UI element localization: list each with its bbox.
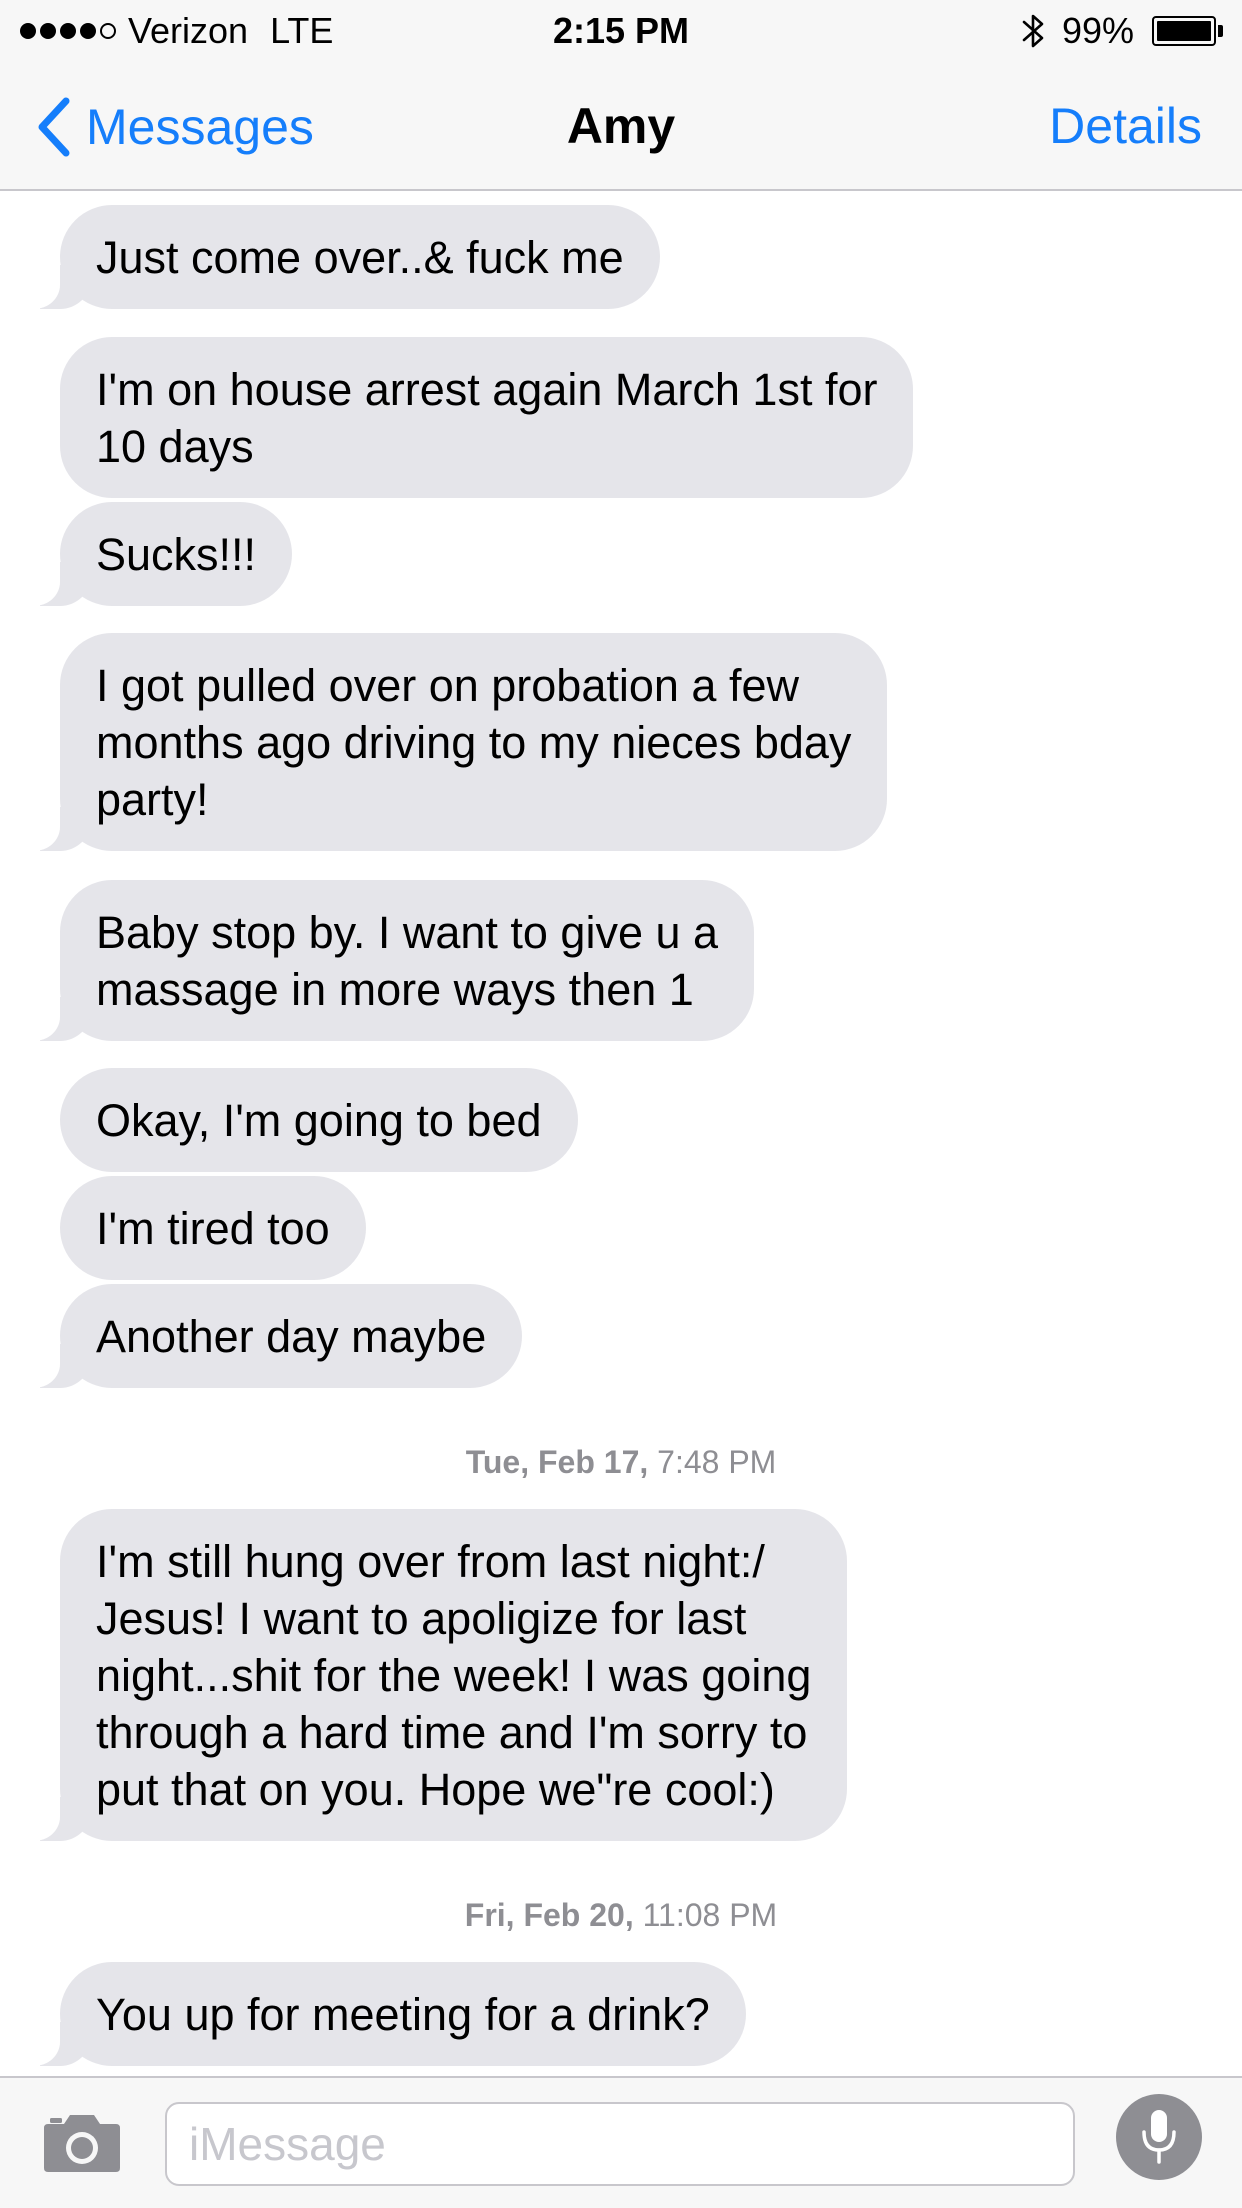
battery-fill: [1157, 21, 1211, 41]
incoming-message-bubble[interactable]: I'm on house arrest again March 1st for …: [60, 337, 914, 498]
incoming-message-bubble[interactable]: I'm still hung over from last night:/ Je…: [23, 1509, 848, 1841]
message-text: Okay, I'm going to bed: [96, 1095, 542, 1146]
message-text: Just come over..& fuck me: [96, 232, 624, 283]
microphone-button[interactable]: [1116, 2094, 1202, 2180]
status-time: 2:15 PM: [552, 10, 690, 51]
message-text: I got pulled over on probation a few mon…: [96, 660, 852, 825]
incoming-message-bubble[interactable]: You up for meeting for a drink?: [24, 1962, 746, 2066]
message-input-bar: [0, 2076, 1242, 2208]
message-text: Baby stop by. I want to give u a massage…: [96, 907, 719, 1015]
incoming-message-bubble[interactable]: I'm tired too: [60, 1176, 366, 1280]
timestamp-day: Tue, Feb 17,: [465, 1444, 649, 1480]
details-button[interactable]: Details: [1049, 96, 1202, 156]
conversation-timestamp: Fri, Feb 20, 11:08 PM: [0, 1895, 1242, 1935]
bluetooth-icon: [1022, 14, 1044, 48]
imessage-input[interactable]: [165, 2102, 1075, 2186]
timestamp-time: 11:08 PM: [642, 1897, 778, 1933]
battery-percent: 99%: [1062, 10, 1135, 51]
message-text: You up for meeting for a drink?: [96, 1989, 710, 2040]
timestamp-day: Fri, Feb 20,: [464, 1897, 634, 1933]
microphone-icon: [1142, 2110, 1176, 2164]
battery-icon: [1152, 16, 1224, 46]
message-text: Another day maybe: [96, 1311, 487, 1362]
incoming-message-bubble[interactable]: Sucks!!!: [23, 502, 293, 606]
message-text: I'm still hung over from last night:/ Je…: [96, 1536, 812, 1815]
message-text: I'm tired too: [96, 1203, 330, 1254]
incoming-message-bubble[interactable]: I got pulled over on probation a few mon…: [23, 633, 888, 851]
navigation-bar: Messages Amy Details: [0, 62, 1242, 191]
timestamp-time: 7:48 PM: [657, 1444, 777, 1480]
incoming-message-bubble[interactable]: Just come over..& fuck me: [24, 205, 660, 309]
status-bar: Verizon LTE 2:15 PM 99%: [0, 0, 1242, 62]
message-text: Sucks!!!: [96, 529, 257, 580]
incoming-message-bubble[interactable]: Another day maybe: [23, 1284, 523, 1388]
incoming-message-bubble[interactable]: Baby stop by. I want to give u a massage…: [23, 880, 755, 1041]
conversation-timestamp: Tue, Feb 17, 7:48 PM: [0, 1442, 1242, 1482]
message-text: I'm on house arrest again March 1st for …: [96, 364, 878, 472]
incoming-message-bubble[interactable]: Okay, I'm going to bed: [60, 1068, 578, 1172]
camera-icon[interactable]: [42, 2110, 122, 2174]
